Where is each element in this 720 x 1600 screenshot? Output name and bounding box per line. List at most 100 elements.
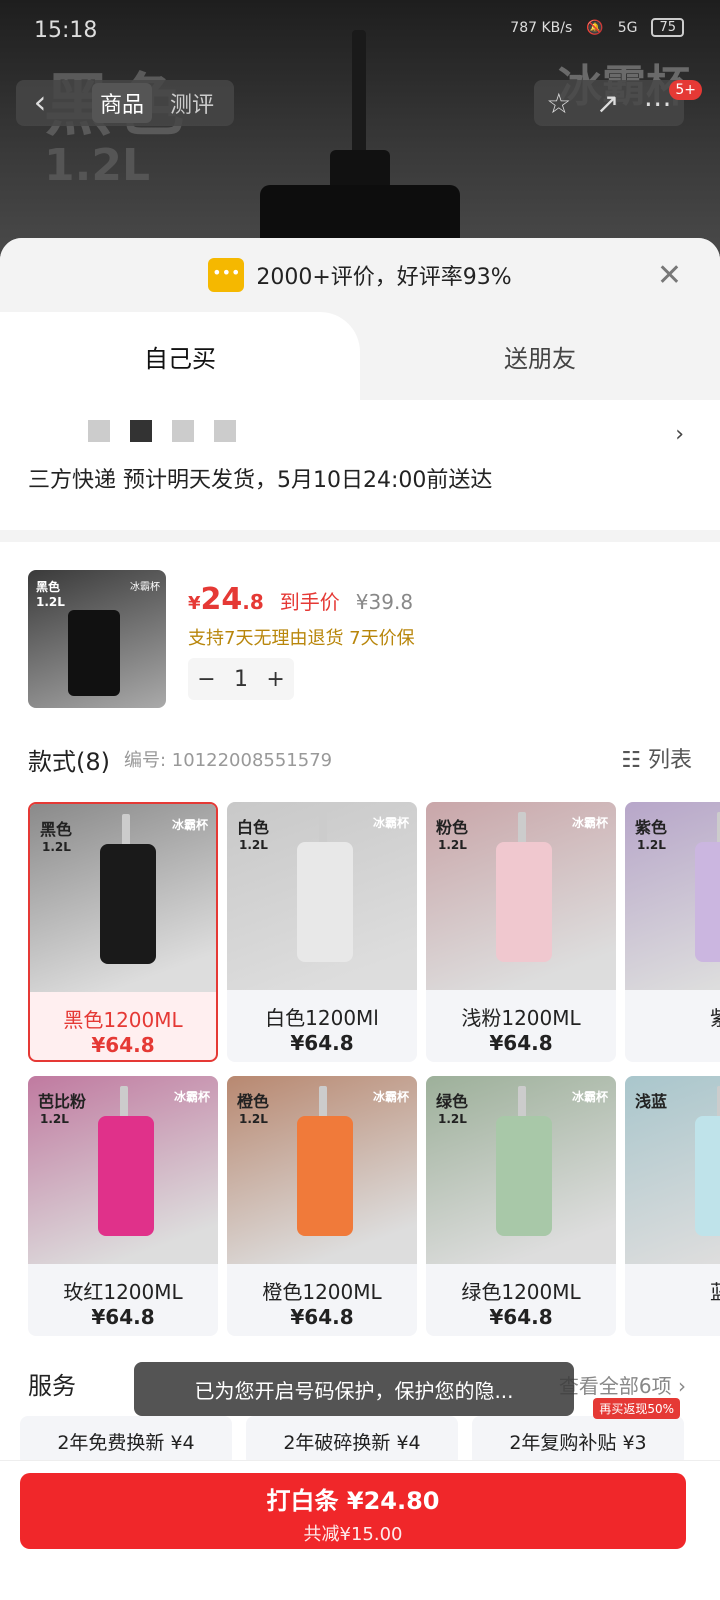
style-name: 浅粉1200ML [461, 1006, 581, 1030]
style-card[interactable]: 绿色 1.2L 冰霸杯 绿色1200ML ¥64.8 [426, 1076, 616, 1336]
style-color-tag: 绿色 [436, 1092, 469, 1111]
more-icon[interactable]: ⋯ [644, 87, 672, 120]
tab-gift[interactable]: 送朋友 [360, 312, 720, 400]
style-brand-tag: 冰霸杯 [173, 1090, 210, 1104]
style-code: 编号: 10122008551579 [124, 750, 333, 771]
style-name: 蓝 [625, 1276, 720, 1305]
style-size-tag: 1.2L [239, 1112, 268, 1126]
style-color-tag: 黑色 [40, 820, 73, 839]
card-cup [297, 1116, 353, 1236]
redacted-block [172, 420, 194, 442]
plus-button[interactable]: + [266, 667, 284, 692]
price-row: ¥24.8 到手价 ¥39.8 [188, 582, 413, 617]
redacted-block [88, 420, 110, 442]
price-int: 24 [200, 582, 243, 617]
footer-bar: 打白条 ¥24.80 共减¥15.00 [0, 1460, 720, 1600]
style-card[interactable]: 白色 1.2L 冰霸杯 白色1200Ml ¥64.8 [227, 802, 417, 1062]
style-color-tag: 粉色 [436, 818, 469, 837]
card-cup [100, 844, 156, 964]
service-item[interactable]: 2年免费换新 ¥4 [20, 1416, 232, 1466]
mute-icon: 🔕 [586, 19, 604, 36]
product-thumbnail[interactable]: 黑色 1.2L 冰霸杯 [28, 570, 166, 708]
style-image: 芭比粉 1.2L 冰霸杯 [28, 1076, 218, 1264]
style-size-tag: 1.2L [239, 838, 268, 852]
buy-button-discount: 共减¥15.00 [303, 1524, 403, 1545]
service-item[interactable]: 2年复购补贴 ¥3 [472, 1416, 684, 1466]
thumb-cup [68, 610, 120, 696]
list-icon: ☷ [621, 748, 641, 773]
minus-button[interactable]: − [197, 667, 215, 692]
style-color-tag: 芭比粉 [38, 1092, 87, 1111]
style-price: ¥64.8 [290, 1305, 354, 1329]
buy-button[interactable]: 打白条 ¥24.80 共减¥15.00 [20, 1473, 686, 1549]
net-speed: 787 KB/s [510, 19, 573, 36]
style-name: 绿色1200ML [461, 1280, 581, 1304]
cashback-badge: 再买返现50% [593, 1398, 680, 1419]
style-name: 黑色1200ML [63, 1008, 183, 1032]
style-price: ¥64.8 [91, 1033, 155, 1057]
thumb-brand: 冰霸杯 [130, 582, 160, 593]
tab-product[interactable]: 商品 [92, 83, 153, 123]
card-cup [297, 842, 353, 962]
product-summary: 黑色 1.2L 冰霸杯 ¥24.8 到手价 ¥39.8 支持7天无理由退货 7天价… [0, 542, 720, 732]
style-card[interactable]: 芭比粉 1.2L 冰霸杯 玫红1200ML ¥64.8 [28, 1076, 218, 1336]
thumb-color-text: 黑色 [36, 580, 61, 594]
close-icon[interactable]: ✕ [657, 258, 682, 293]
style-card[interactable]: 浅蓝蓝 [625, 1076, 720, 1336]
style-color-tag: 橙色 [237, 1092, 270, 1111]
hero-lid [330, 150, 390, 190]
final-price: ¥24.8 [188, 582, 264, 617]
style-name: 白色1200Ml [265, 1006, 379, 1030]
style-card[interactable]: 粉色 1.2L 冰霸杯浅粉1200ML ¥64.8 [426, 802, 616, 1062]
buy-mode-tabs: 自己买 送朋友 [0, 312, 720, 400]
divider [0, 530, 720, 542]
list-view-toggle[interactable]: ☷ 列表 [621, 742, 692, 774]
quantity-value[interactable]: 1 [234, 667, 248, 692]
tab-buy-self[interactable]: 自己买 [0, 312, 360, 400]
style-image: 绿色 1.2L 冰霸杯 [426, 1076, 616, 1264]
style-card[interactable]: 橙色 1.2L 冰霸杯橙色1200ML ¥64.8 [227, 1076, 417, 1336]
style-image: 黑色 1.2L 冰霸杯 [30, 804, 216, 992]
delivery-info: 三方快递 预计明天发货，5月10日24:00前送达 [28, 468, 493, 493]
style-brand-tag: 冰霸杯 [372, 1090, 409, 1104]
price-label: 到手价 [279, 590, 340, 614]
thumb-size-text: 1.2L [36, 595, 65, 609]
hero-size-text: 1.2L [44, 140, 150, 191]
old-price: ¥39.8 [355, 590, 414, 614]
style-name: 橙色1200ML [262, 1280, 382, 1304]
redacted-block [214, 420, 236, 442]
message-count-badge: 5+ [669, 80, 702, 100]
style-size-tag: 1.2L [438, 1112, 467, 1126]
chevron-right-icon[interactable]: › [675, 422, 684, 447]
style-grid: 黑色 1.2L 冰霸杯 黑色1200ML ¥64.8 白色 1.2L 冰霸杯 白色1200Ml ¥… [0, 792, 720, 1352]
privacy-toast: 已为您开启号码保护，保护您的隐... [134, 1362, 574, 1416]
card-cup [496, 1116, 552, 1236]
card-cup [695, 1116, 720, 1236]
price-dec: .8 [242, 590, 264, 614]
style-brand-tag: 冰霸杯 [571, 816, 608, 830]
style-price: ¥64.8 [91, 1305, 155, 1329]
tab-review[interactable]: 测评 [162, 83, 222, 123]
back-button[interactable]: ‹ [16, 80, 64, 126]
style-card[interactable]: 黑色 1.2L 冰霸杯黑色1200ML ¥64.8 [28, 802, 218, 1062]
share-icon[interactable]: ↗ [596, 87, 619, 120]
style-size-tag: 1.2L [42, 840, 71, 854]
style-size-tag: 1.2L [438, 838, 467, 852]
review-summary[interactable]: ••• 2000+评价，好评率93% ✕ [0, 238, 720, 312]
style-color-tag: 浅蓝 [635, 1092, 668, 1111]
style-title: 款式(8) [28, 748, 110, 776]
style-price: ¥64.8 [489, 1031, 553, 1055]
quantity-stepper: − 1 + [188, 658, 294, 700]
address-section[interactable]: › 三方快递 预计明天发货，5月10日24:00前送达 [0, 400, 720, 530]
star-icon[interactable]: ☆ [546, 87, 571, 120]
card-cup [98, 1116, 154, 1236]
thumb-color: 黑色 1.2L [36, 578, 65, 609]
style-card[interactable]: 紫色1.2L 紫 [625, 802, 720, 1062]
style-brand-tag: 冰霸杯 [171, 818, 208, 832]
style-price: ¥64.8 [290, 1031, 354, 1055]
network-type: 5G [617, 19, 638, 36]
service-item[interactable]: 2年破碎换新 ¥4 [246, 1416, 458, 1466]
view-all-services[interactable]: 查看全部6项 › [559, 1370, 686, 1399]
card-cup [695, 842, 720, 962]
card-cup [496, 842, 552, 962]
